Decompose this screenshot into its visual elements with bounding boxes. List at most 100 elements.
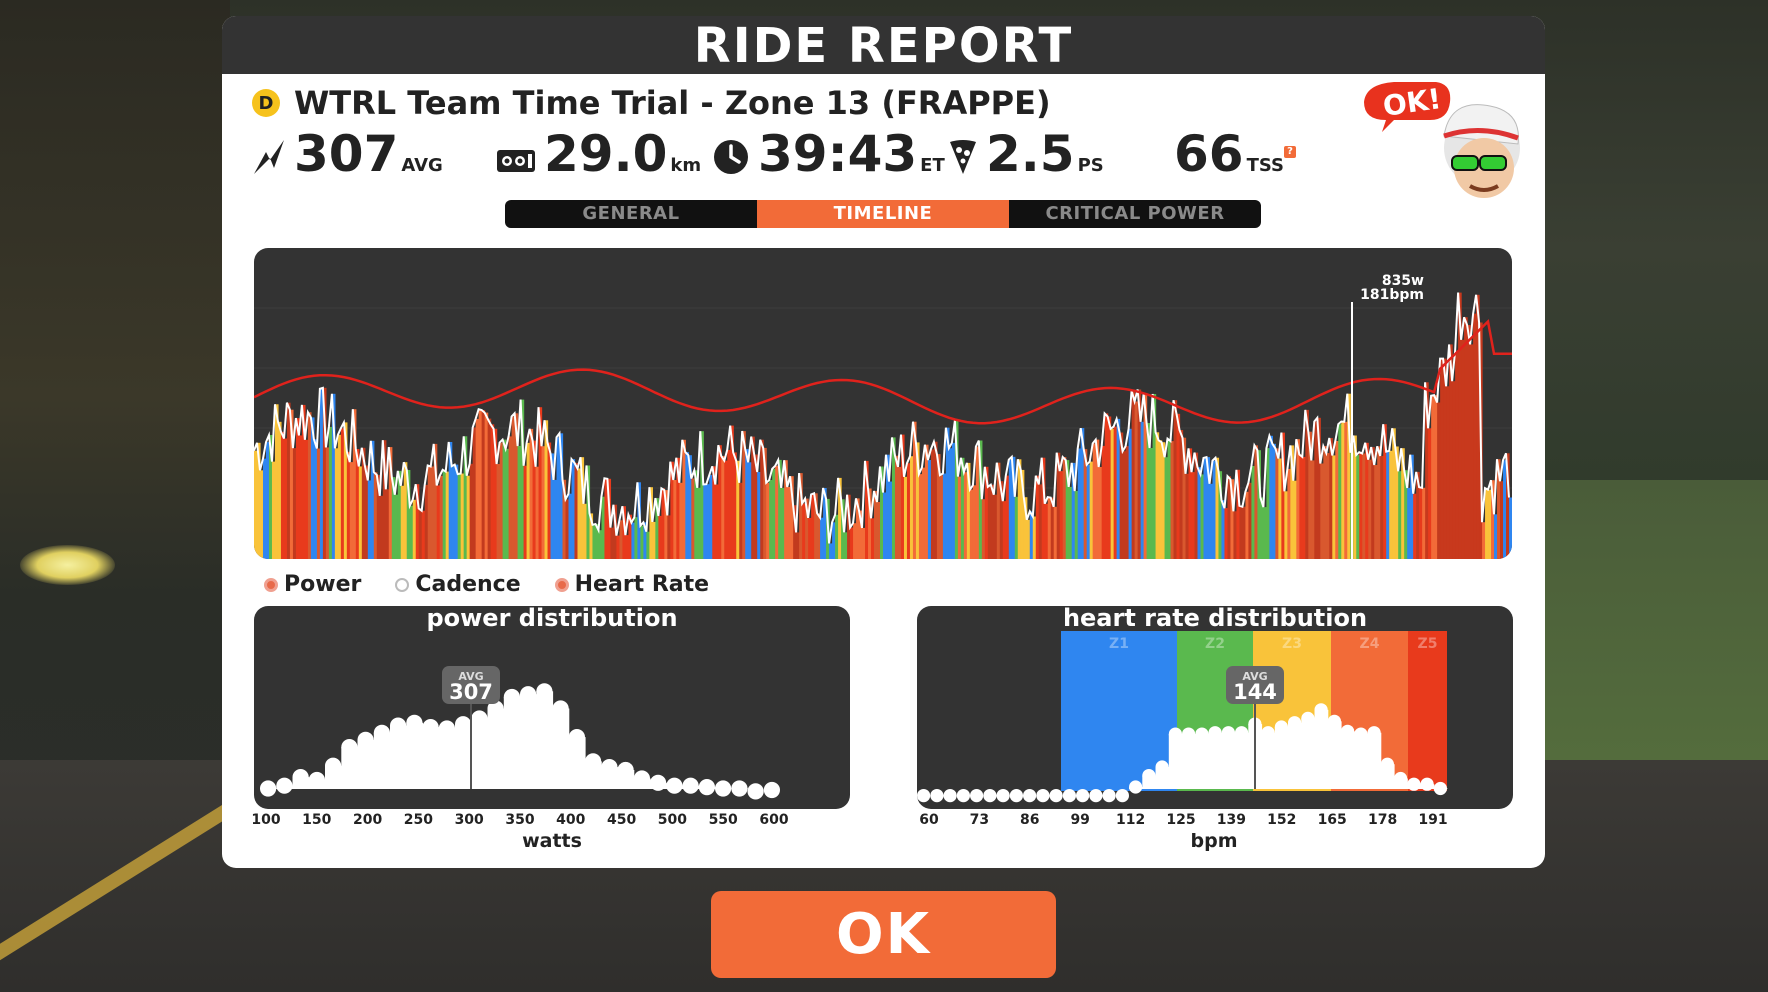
histogram-bar-cap (1142, 769, 1156, 783)
histogram-bar (1314, 709, 1329, 789)
histogram-bar-cap (520, 686, 537, 703)
histogram-bar (1235, 732, 1249, 789)
axis-tick-label: 125 (1166, 812, 1196, 828)
power-value: 307 (294, 125, 399, 183)
chart-legend: Power Cadence Heart Rate (264, 572, 709, 597)
histogram-bar-cap (601, 759, 618, 776)
legend-power-label: Power (284, 572, 362, 597)
axis-tick-label: 400 (556, 812, 586, 828)
hr-zone-band (1408, 631, 1447, 791)
route-name: WTRL Team Time Trial - Zone 13 (FRAPPE) (294, 84, 1051, 122)
histogram-bar-cap (1288, 716, 1302, 730)
hr-zone-label: Z1 (1109, 636, 1129, 652)
cadence-toggle-icon (395, 577, 410, 592)
stat-time: 39:43 ET (712, 126, 945, 182)
ride-report-panel: RIDE REPORT D WTRL Team Time Trial - Zon… (222, 16, 1545, 868)
mascot-ok: OK! (1360, 78, 1530, 208)
histogram-bar (373, 732, 391, 789)
histogram-bar-cap (1182, 727, 1196, 741)
tab-critical-power[interactable]: CRITICAL POWER (1009, 200, 1261, 228)
histogram-bar-cap (1341, 724, 1355, 738)
axis-tick-label: 300 (454, 812, 484, 828)
axis-tick-label: 200 (352, 812, 383, 828)
hr-distribution-svg: Z1 Z2 Z3 Z4 Z5AVG144 (917, 631, 1448, 803)
info-icon[interactable]: ? (1284, 146, 1296, 158)
histogram-bar-cap (308, 771, 325, 789)
axis-tick-label: 165 (1317, 812, 1347, 828)
axis-tick-label: 152 (1267, 812, 1297, 828)
ok-button[interactable]: OK (711, 891, 1056, 978)
histogram-bar-cap (373, 724, 390, 741)
page-title: RIDE REPORT (222, 16, 1545, 74)
histogram-bar (1288, 722, 1302, 789)
histogram-bar (1221, 732, 1236, 789)
stat-pizza: 2.5 PS (948, 126, 1104, 182)
histogram-bar-cap (1168, 727, 1182, 741)
histogram-bar-cap (1394, 771, 1408, 786)
histogram-bar (1168, 734, 1183, 789)
legend-cadence[interactable]: Cadence (395, 572, 521, 597)
histogram-bar-cap (1076, 789, 1090, 803)
histogram-bar (552, 708, 570, 789)
histogram-bar-cap (1367, 726, 1381, 740)
axis-tick-label: 450 (606, 812, 637, 828)
histogram-bar (455, 724, 472, 789)
legend-cadence-label: Cadence (415, 572, 521, 597)
axis-tick-label: 100 (251, 812, 281, 828)
distance-unit: km (670, 155, 702, 176)
axis-tick-label: 350 (505, 812, 535, 828)
histogram-bar-cap (1195, 727, 1209, 741)
route-line: D WTRL Team Time Trial - Zone 13 (FRAPPE… (252, 84, 1051, 122)
odometer-icon (497, 150, 535, 172)
heart-rate-line (254, 318, 1512, 425)
axis-tick-label: 86 (1020, 812, 1040, 828)
histogram-bar-cap (1023, 789, 1037, 803)
histogram-bar-cap (1062, 789, 1076, 803)
category-badge: D (252, 89, 280, 117)
histogram-bar-cap (617, 761, 634, 779)
hr-distribution-title: heart rate distribution (1062, 606, 1368, 632)
histogram-bar-cap (996, 789, 1010, 803)
histogram-bar-cap (715, 780, 732, 797)
histogram-bar-cap (970, 789, 984, 803)
histogram-bar-cap (1129, 780, 1143, 794)
avg-marker-value: 144 (1233, 680, 1277, 704)
histogram-bar-cap (536, 683, 553, 700)
histogram-bar (1182, 734, 1196, 789)
histogram-bar (1341, 731, 1355, 789)
histogram-bar-cap (956, 789, 970, 803)
histogram-bar (1327, 721, 1342, 789)
tab-timeline[interactable]: TIMELINE (757, 200, 1009, 228)
heart-rate-toggle-icon (554, 577, 569, 592)
avg-marker-value: 307 (449, 680, 493, 704)
histogram-bar-cap (1327, 714, 1341, 728)
histogram-bar-cap (650, 774, 667, 791)
hr-distribution-axis: 60 73 86 99 112 125 139 152 165 178 191 (917, 812, 1513, 832)
histogram-bar-cap (503, 688, 520, 706)
histogram-bar-cap (422, 719, 439, 736)
histogram-bar-cap (1102, 789, 1116, 803)
power-distribution-axis: 100 150 200 250 300 350 400 450 500 550 600 (251, 812, 850, 832)
pizza-icon (950, 140, 976, 174)
tab-general[interactable]: GENERAL (505, 200, 757, 228)
histogram-bar-cap (471, 710, 488, 727)
legend-power[interactable]: Power (264, 572, 361, 597)
histogram-bar-cap (568, 729, 585, 746)
histogram-bar-cap (1089, 789, 1103, 803)
histogram-bar-cap (1155, 760, 1169, 774)
time-value: 39:43 (758, 125, 918, 183)
histogram-bar-cap (1380, 757, 1394, 771)
histogram-bar-cap (682, 777, 699, 794)
legend-heart-rate[interactable]: Heart Rate (554, 572, 709, 597)
histogram-bar-cap (666, 777, 683, 794)
histogram-bar (536, 691, 554, 789)
histogram-bar-cap (552, 700, 569, 717)
histogram-bar (471, 718, 489, 789)
timeline-chart[interactable]: 835w 181bpm (254, 248, 1512, 559)
axis-tick-label: 150 (302, 812, 332, 828)
pizza-unit: PS (1077, 155, 1104, 176)
histogram-bar-cap (747, 783, 764, 800)
axis-tick-label: 550 (708, 812, 738, 828)
histogram-bar (422, 727, 440, 789)
hr-distribution-chart: Z1 Z2 Z3 Z4 Z5 AVG 144 heart rate distribution (917, 606, 1513, 809)
